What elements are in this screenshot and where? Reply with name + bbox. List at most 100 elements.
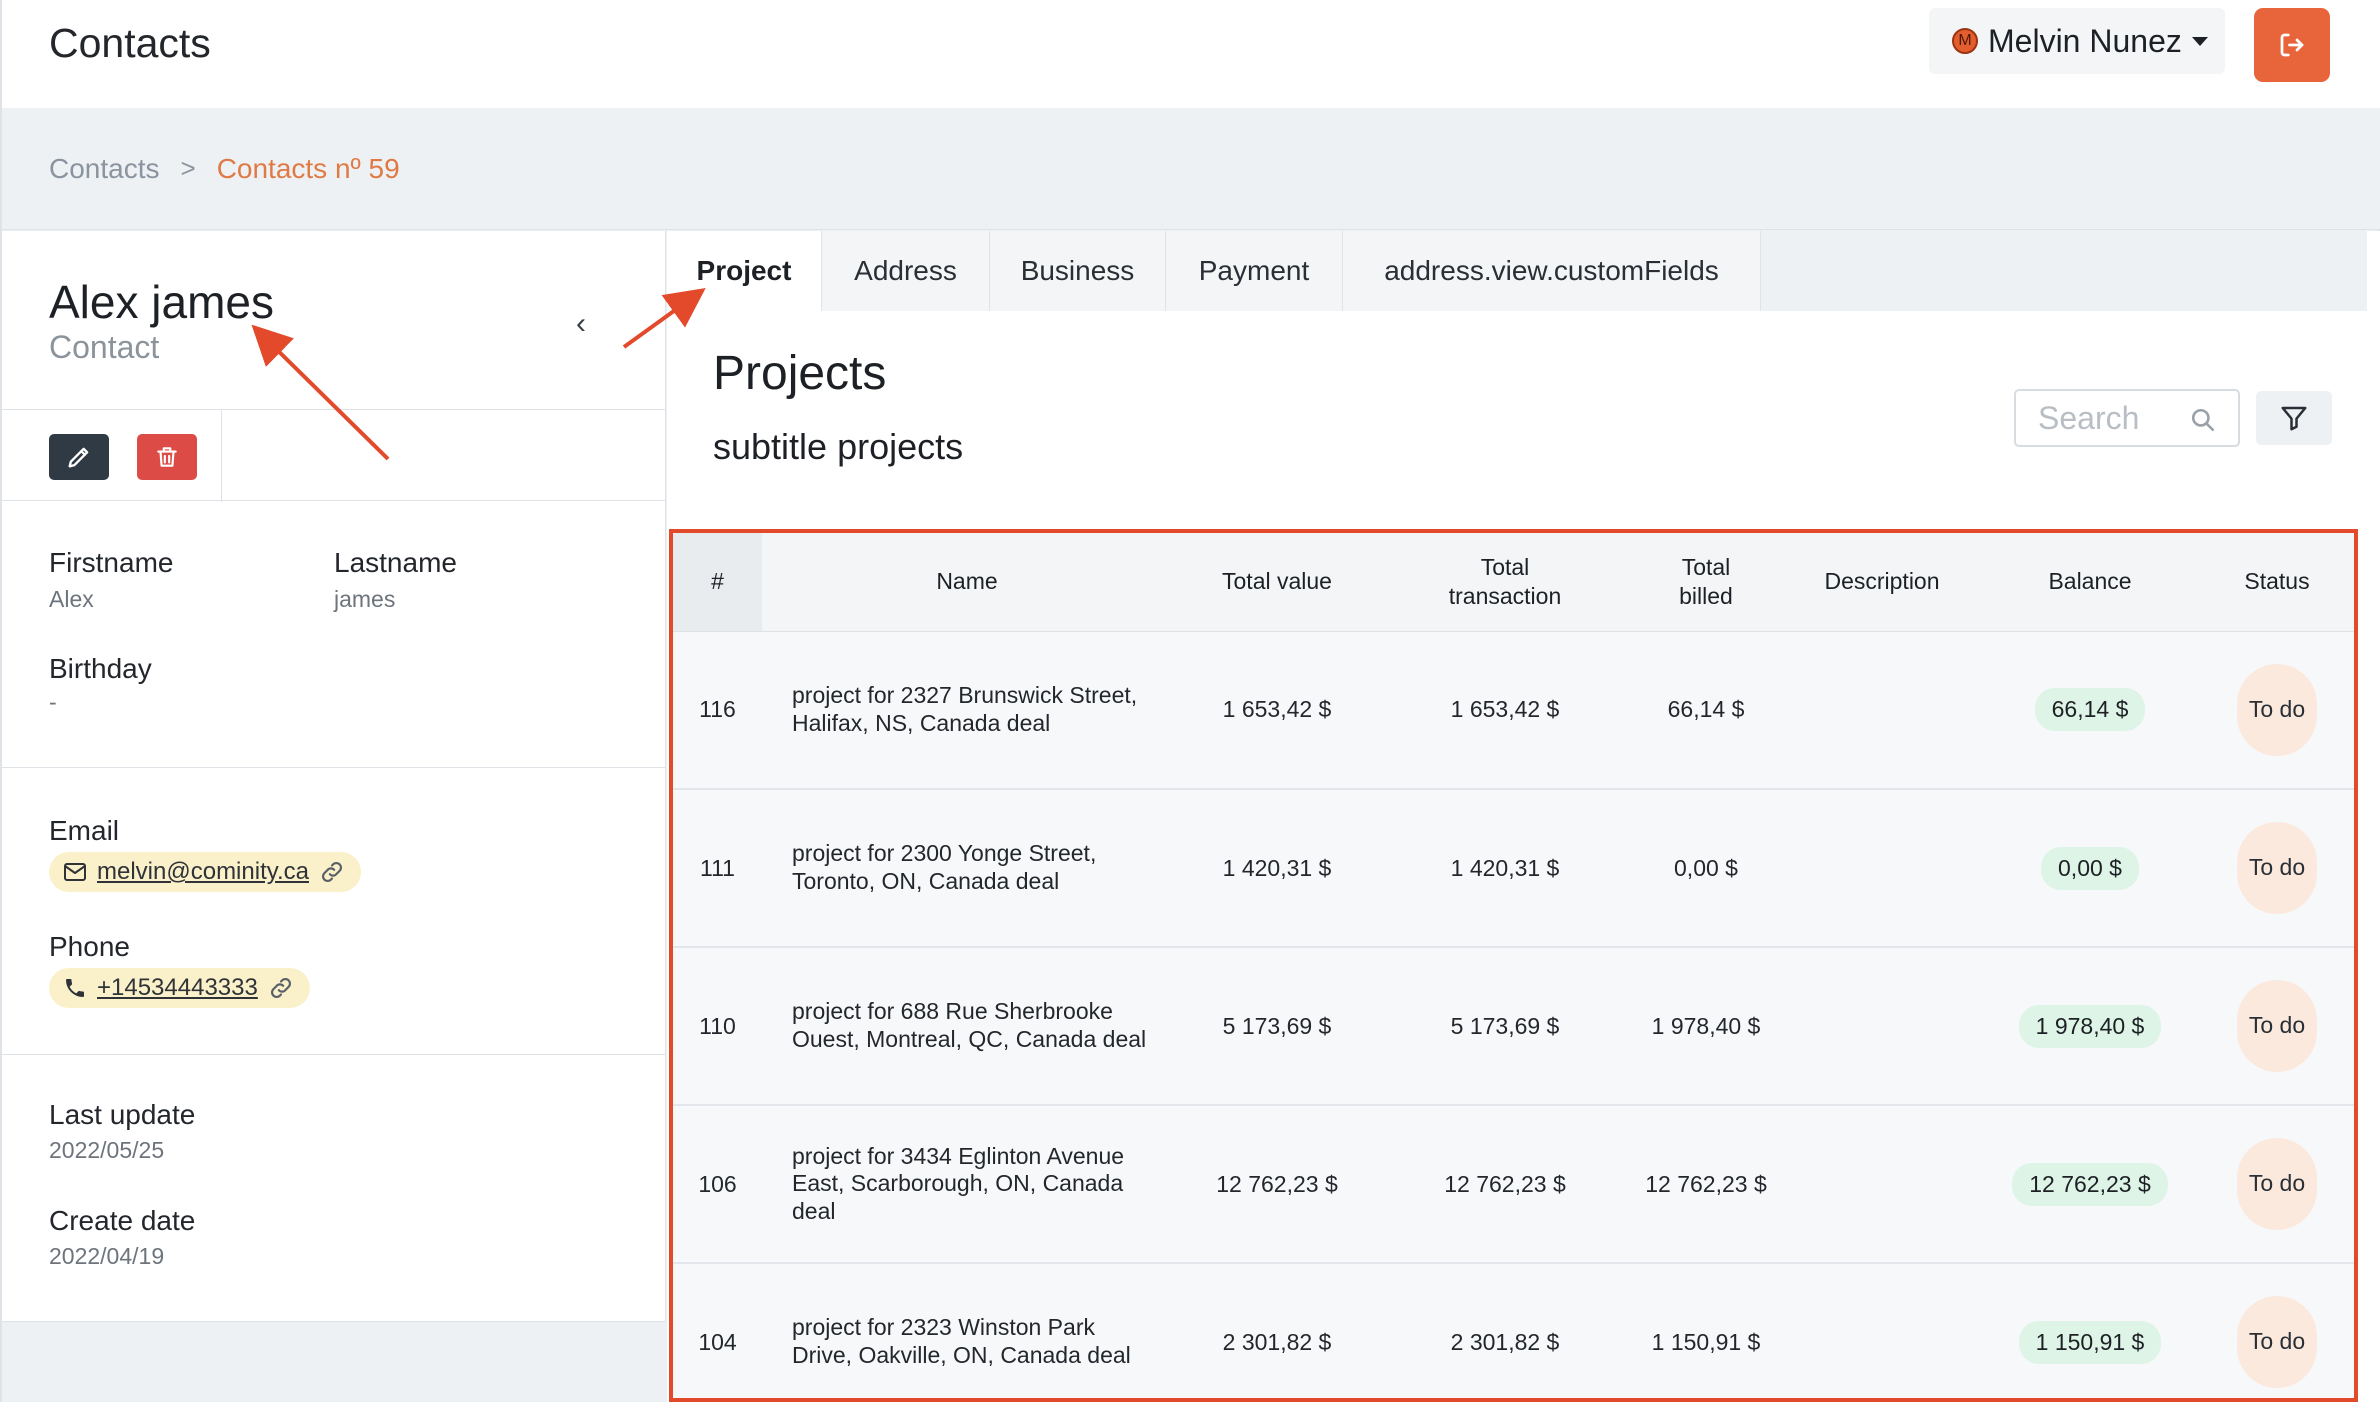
table-row[interactable]: 111 project for 2300 Yonge Street, Toron…	[673, 789, 2354, 947]
lastname-value: james	[334, 586, 396, 612]
cell-total-transaction: 12 762,23 $	[1444, 1170, 1566, 1197]
divider	[2, 1054, 666, 1055]
cell-status: To do	[2200, 1263, 2354, 1398]
column-header-description[interactable]: Description	[1784, 533, 1980, 632]
delete-button[interactable]	[137, 434, 197, 480]
cell-name: project for 2323 Winston Park Drive, Oak…	[792, 1314, 1131, 1368]
cell-balance: 12 762,23 $	[1980, 1105, 2200, 1263]
edit-button[interactable]	[49, 434, 109, 480]
email-link[interactable]: melvin@cominity.ca	[97, 858, 309, 886]
last-update-value: 2022/05/25	[49, 1137, 165, 1163]
status-badge: To do	[2237, 663, 2317, 756]
cell-id: 110	[699, 1012, 736, 1039]
column-header-name[interactable]: Name	[762, 533, 1172, 632]
status-badge: To do	[2237, 1296, 2317, 1388]
status-badge: To do	[2237, 980, 2317, 1072]
table-row[interactable]: 106 project for 3434 Eglinton Avenue Eas…	[673, 1105, 2354, 1263]
phone-link[interactable]: +14534443333	[97, 974, 258, 1002]
cell-total-transaction: 2 301,82 $	[1450, 1328, 1560, 1355]
balance-badge: 12 762,23 $	[2012, 1162, 2168, 1206]
cell-description	[1784, 789, 1980, 947]
pencil-icon	[68, 447, 89, 468]
phone-label: Phone	[49, 931, 130, 962]
tab-address[interactable]: Address	[822, 231, 990, 311]
cell-name: project for 3434 Eglinton Avenue East, S…	[792, 1142, 1125, 1224]
cell-total-transaction: 1 653,42 $	[1450, 696, 1560, 723]
column-header-total-transaction[interactable]: Total transaction	[1382, 533, 1628, 632]
tab-payment[interactable]: Payment	[1166, 231, 1343, 311]
link-icon[interactable]	[268, 975, 294, 1001]
filter-button[interactable]	[2256, 391, 2332, 445]
logout-icon	[2280, 33, 2304, 57]
contact-actions	[2, 409, 666, 502]
lastname-label: Lastname	[334, 547, 457, 578]
cell-status: To do	[2200, 789, 2354, 947]
search-icon[interactable]	[2190, 407, 2216, 433]
balance-badge: 1 978,40 $	[2018, 1004, 2162, 1048]
cell-total-transaction: 1 420,31 $	[1450, 854, 1560, 881]
section-title: Projects	[713, 347, 887, 400]
filter-icon	[2281, 406, 2307, 431]
cell-name: project for 2300 Yonge Street, Toronto, …	[792, 840, 1097, 894]
email-chip[interactable]: melvin@cominity.ca	[49, 852, 361, 892]
column-header-total-value[interactable]: Total value	[1172, 533, 1382, 632]
tab-project[interactable]: Project	[667, 231, 822, 311]
cell-total-billed: 12 762,23 $	[1645, 1170, 1767, 1197]
table-row[interactable]: 116 project for 2327 Brunswick Street, H…	[673, 631, 2354, 789]
cell-description	[1784, 1105, 1980, 1263]
cell-total-billed: 66,14 $	[1667, 696, 1745, 723]
column-header-balance[interactable]: Balance	[1980, 533, 2200, 632]
cell-balance: 0,00 $	[1980, 789, 2200, 947]
last-update-label: Last update	[49, 1099, 196, 1130]
cell-id: 116	[699, 696, 736, 723]
breadcrumb: Contacts > Contacts nº 59	[2, 108, 2380, 230]
phone-icon	[66, 979, 84, 997]
create-date-label: Create date	[49, 1205, 196, 1236]
firstname-label: Firstname	[49, 547, 174, 578]
cell-description	[1784, 1263, 1980, 1398]
top-header: Contacts M Melvin Nunez	[2, 0, 2380, 108]
cell-id: 111	[700, 854, 735, 881]
table-row[interactable]: 104 project for 2323 Winston Park Drive,…	[673, 1263, 2354, 1398]
cell-name: project for 688 Rue Sherbrooke Ouest, Mo…	[792, 998, 1147, 1052]
cell-total-billed: 0,00 $	[1674, 854, 1738, 881]
cell-description	[1784, 631, 1980, 789]
table-row[interactable]: 110 project for 688 Rue Sherbrooke Ouest…	[673, 947, 2354, 1105]
phone-chip[interactable]: +14534443333	[49, 968, 310, 1008]
collapse-panel-button[interactable]: ‹	[576, 307, 586, 341]
search-field[interactable]	[2014, 389, 2240, 447]
cell-balance: 1 978,40 $	[1980, 947, 2200, 1105]
column-header-status[interactable]: Status	[2200, 533, 2354, 632]
cell-total-billed: 1 150,91 $	[1651, 1328, 1761, 1355]
link-icon[interactable]	[319, 859, 345, 885]
main-content: Project Address Business Payment address…	[667, 231, 2380, 1402]
contact-role: Contact	[49, 329, 160, 365]
chevron-down-icon	[2191, 36, 2208, 46]
cell-balance: 1 150,91 $	[1980, 1263, 2200, 1398]
tab-business[interactable]: Business	[990, 231, 1166, 311]
column-header-total-billed[interactable]: Total billed	[1628, 533, 1784, 632]
cell-id: 104	[698, 1328, 737, 1355]
column-header-id[interactable]: #	[673, 533, 762, 632]
breadcrumb-contacts-link[interactable]: Contacts	[49, 153, 160, 185]
cell-total-value: 5 173,69 $	[1222, 1012, 1332, 1039]
search-input[interactable]	[2038, 399, 2188, 437]
cell-total-value: 12 762,23 $	[1216, 1170, 1338, 1197]
balance-badge: 66,14 $	[2034, 688, 2146, 732]
divider	[2, 767, 666, 768]
logout-button[interactable]	[2254, 8, 2330, 82]
tab-custom-fields[interactable]: address.view.customFields	[1343, 231, 1761, 311]
create-date-value: 2022/04/19	[49, 1243, 165, 1269]
cell-name: project for 2327 Brunswick Street, Halif…	[792, 682, 1138, 736]
user-avatar: M	[1952, 28, 1978, 54]
cell-total-value: 1 653,42 $	[1222, 696, 1332, 723]
birthday-label: Birthday	[49, 653, 152, 684]
envelope-icon	[64, 863, 86, 881]
user-menu-button[interactable]: M Melvin Nunez	[1929, 8, 2225, 74]
contact-sidebar: Alex james Contact ‹ Firstname Alex Last…	[2, 231, 666, 1402]
breadcrumb-current: Contacts nº 59	[216, 152, 400, 184]
sidebar-footer	[2, 1321, 666, 1402]
table-header-row: # Name Total value Total transaction Tot…	[673, 533, 2354, 632]
status-badge: To do	[2237, 822, 2317, 914]
projects-table: # Name Total value Total transaction Tot…	[669, 529, 2358, 1402]
